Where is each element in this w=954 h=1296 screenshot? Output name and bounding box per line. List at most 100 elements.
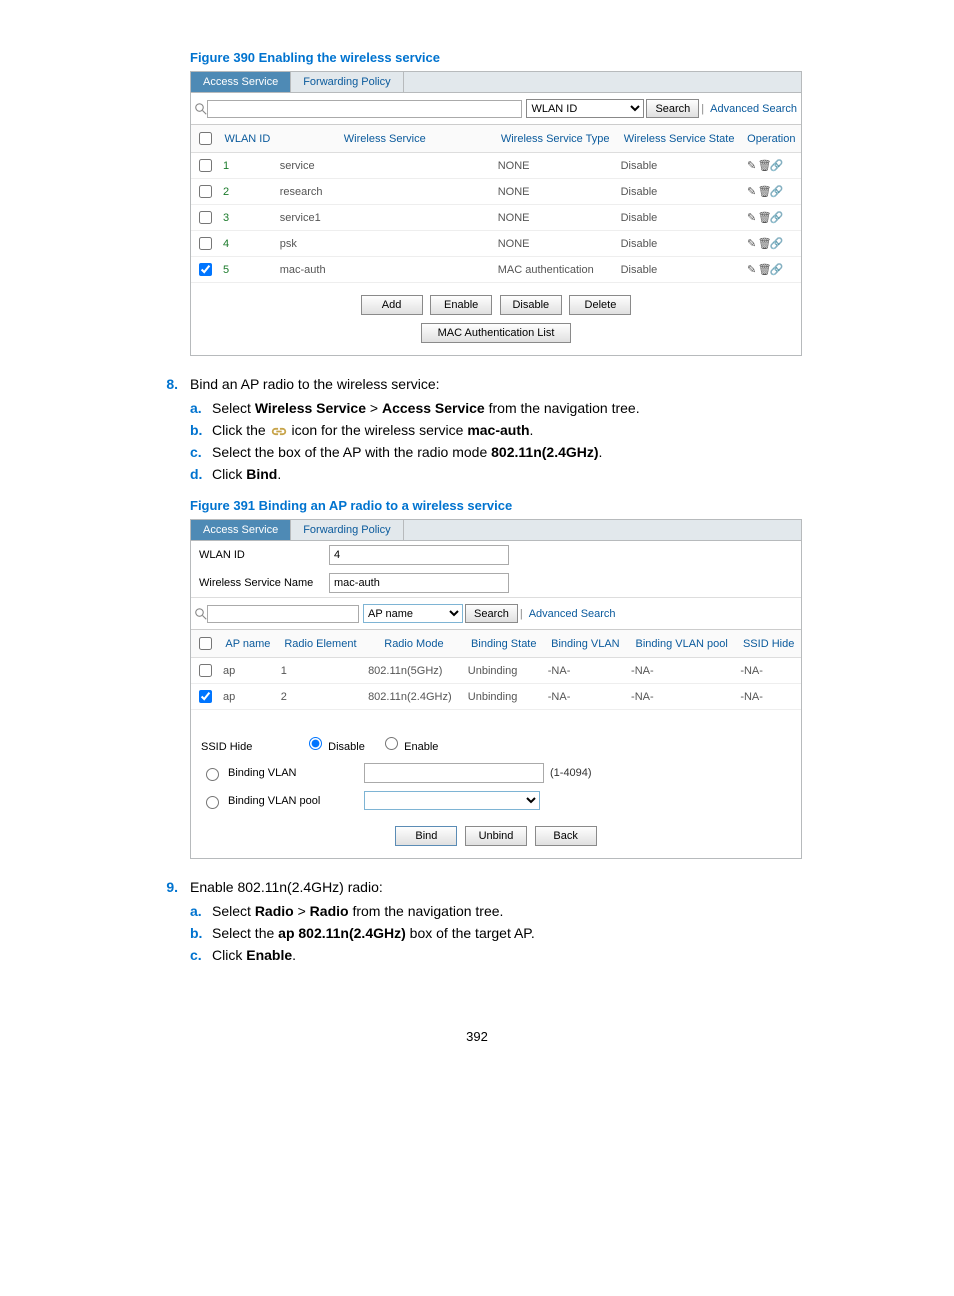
edit-icon[interactable]: ✎ (746, 159, 758, 172)
mac-auth-list-button[interactable]: MAC Authentication List (421, 323, 571, 343)
cell-operation: ✎🗑🔗 (742, 179, 801, 205)
delete-button[interactable]: Delete (569, 295, 631, 315)
back-button[interactable]: Back (535, 826, 597, 846)
disable-button[interactable]: Disable (500, 295, 562, 315)
cell-service: mac-auth (276, 257, 494, 283)
cell-wlan-id[interactable]: 3 (219, 205, 276, 231)
delete-icon[interactable]: 🗑 (758, 185, 770, 198)
step-number: 8. (148, 376, 190, 488)
advanced-search-link[interactable]: Advanced Search (529, 608, 616, 620)
row-checkbox[interactable] (199, 159, 212, 172)
select-all-checkbox[interactable] (199, 132, 212, 145)
binding-vlan-pool-radio[interactable] (206, 796, 219, 809)
tab-access-service[interactable]: Access Service (191, 520, 291, 540)
cell-state: Disable (617, 153, 742, 179)
ssid-hide-disable-radio[interactable] (309, 737, 322, 750)
col-operation: Operation (742, 125, 801, 153)
cell-wlan-id[interactable]: 2 (219, 179, 276, 205)
cell-binding-vlan: -NA- (544, 684, 627, 710)
delete-icon[interactable]: 🗑 (758, 211, 770, 224)
cell-wlan-id[interactable]: 5 (219, 257, 276, 283)
row-checkbox[interactable] (199, 211, 212, 224)
page-number: 392 (60, 1029, 894, 1044)
cell-service: psk (276, 231, 494, 257)
cell-wlan-id[interactable]: 4 (219, 231, 276, 257)
search-row: WLAN ID Search | Advanced Search (191, 93, 801, 125)
binding-vlan-radio[interactable] (206, 768, 219, 781)
edit-icon[interactable]: ✎ (746, 237, 758, 250)
tab-forwarding-policy[interactable]: Forwarding Policy (291, 72, 403, 92)
bind-button[interactable]: Bind (395, 826, 457, 846)
step-9: 9. Enable 802.11n(2.4GHz) radio: a. Sele… (60, 879, 894, 969)
tab-forwarding-policy[interactable]: Forwarding Policy (291, 520, 403, 540)
search-field-dropdown[interactable]: WLAN ID (526, 99, 644, 118)
advanced-search-link[interactable]: Advanced Search (710, 103, 797, 115)
wlan-id-label: WLAN ID (199, 549, 329, 561)
link-icon[interactable]: 🔗 (770, 211, 782, 224)
tab-access-service[interactable]: Access Service (191, 72, 291, 92)
tabs: Access Service Forwarding Policy (191, 520, 801, 541)
enable-button[interactable]: Enable (430, 295, 492, 315)
binding-vlan-input[interactable] (364, 763, 544, 783)
binding-vlan-pool-select[interactable] (364, 791, 540, 810)
cell-type: NONE (494, 153, 617, 179)
select-all-checkbox[interactable] (199, 637, 212, 650)
row-checkbox[interactable] (199, 263, 212, 276)
delete-icon[interactable]: 🗑 (758, 159, 770, 172)
edit-icon[interactable]: ✎ (746, 263, 758, 276)
search-row: AP name Search | Advanced Search (191, 597, 801, 630)
binding-vlan-label: Binding VLAN (228, 767, 358, 779)
wlan-id-field[interactable] (329, 545, 509, 565)
figure-391-panel: Access Service Forwarding Policy WLAN ID… (190, 519, 802, 859)
search-icon (195, 103, 207, 115)
cell-binding-state: Unbinding (464, 658, 544, 684)
link-icon[interactable]: 🔗 (770, 263, 782, 276)
row-checkbox[interactable] (199, 185, 212, 198)
edit-icon[interactable]: ✎ (746, 185, 758, 198)
cell-binding-vlan-pool: -NA- (627, 684, 736, 710)
search-button[interactable]: Search (646, 99, 699, 118)
figure-391-title: Figure 391 Binding an AP radio to a wire… (190, 498, 894, 513)
row-checkbox[interactable] (199, 664, 212, 677)
wireless-service-name-field[interactable] (329, 573, 509, 593)
cell-binding-vlan: -NA- (544, 658, 627, 684)
link-icon[interactable]: 🔗 (770, 159, 782, 172)
cell-type: NONE (494, 179, 617, 205)
figure-390-title: Figure 390 Enabling the wireless service (190, 50, 894, 65)
step-9b: b. Select the ap 802.11n(2.4GHz) box of … (190, 925, 535, 941)
row-checkbox[interactable] (199, 237, 212, 250)
wireless-service-name-label: Wireless Service Name (199, 577, 329, 589)
step-8a: a. Select Wireless Service > Access Serv… (190, 400, 640, 416)
search-input[interactable] (207, 605, 359, 623)
col-state: Wireless Service State (617, 125, 742, 153)
ssid-hide-label: SSID Hide (201, 741, 301, 753)
cell-operation: ✎🗑🔗 (742, 257, 801, 283)
delete-icon[interactable]: 🗑 (758, 237, 770, 250)
step-9c: c. Click Enable. (190, 947, 535, 963)
cell-type: NONE (494, 231, 617, 257)
table-row: ap1802.11n(5GHz)Unbinding-NA--NA--NA- (191, 658, 801, 684)
table-row: 1serviceNONEDisable✎🗑🔗 (191, 153, 801, 179)
cell-wlan-id[interactable]: 1 (219, 153, 276, 179)
cell-service: service1 (276, 205, 494, 231)
col-wireless-service: Wireless Service (276, 125, 494, 153)
cell-ap-name: ap (219, 684, 277, 710)
link-icon[interactable]: 🔗 (770, 237, 782, 250)
add-button[interactable]: Add (361, 295, 423, 315)
step-8b: b. Click the icon for the wireless servi… (190, 422, 640, 438)
table-row: 5mac-authMAC authenticationDisable✎🗑🔗 (191, 257, 801, 283)
search-field-dropdown[interactable]: AP name (363, 604, 463, 623)
row-checkbox[interactable] (199, 690, 212, 703)
edit-icon[interactable]: ✎ (746, 211, 758, 224)
ssid-hide-enable-radio[interactable] (385, 737, 398, 750)
table-row: ap2802.11n(2.4GHz)Unbinding-NA--NA--NA- (191, 684, 801, 710)
link-icon[interactable]: 🔗 (770, 185, 782, 198)
search-button[interactable]: Search (465, 604, 518, 623)
cell-radio-mode: 802.11n(2.4GHz) (364, 684, 464, 710)
unbind-button[interactable]: Unbind (465, 826, 527, 846)
cell-operation: ✎🗑🔗 (742, 231, 801, 257)
step-8: 8. Bind an AP radio to the wireless serv… (60, 376, 894, 488)
binding-vlan-pool-label: Binding VLAN pool (228, 795, 358, 807)
delete-icon[interactable]: 🗑 (758, 263, 770, 276)
search-input[interactable] (207, 100, 522, 118)
